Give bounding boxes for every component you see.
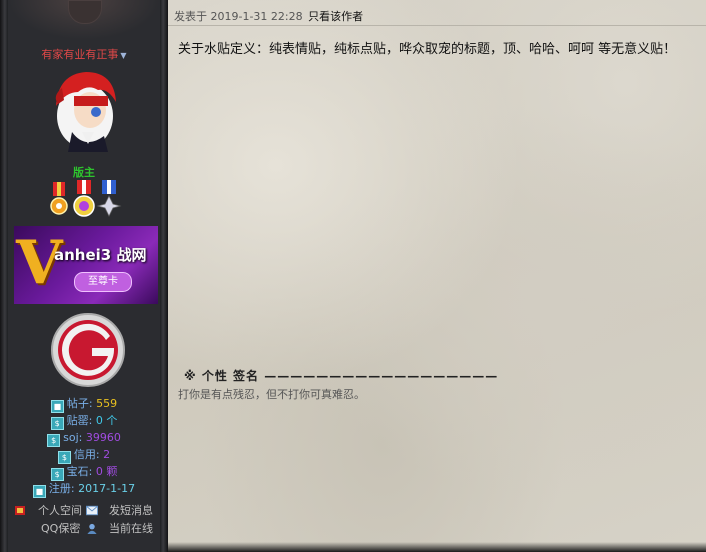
author-stats: ■ 帖子: 559 $ 贴罂: 0 个 $ soj: 39960 $ 信用: 2 $ 宝石… [8,395,160,498]
stat-soj: $ soj: 39960 [8,429,160,447]
stat-label: 宝石: [66,465,93,478]
stat-credit: $ 信用: 2 [8,446,160,464]
stat-tiezui: $ 贴罂: 0 个 [8,412,160,430]
stat-value: 2017-1-17 [78,482,136,495]
stat-label: 帖子: [66,397,93,410]
links-row-2: QQ保密 当前在线 [8,520,160,538]
stat-value: 2 [103,448,111,461]
stat-value: 0 颗 [95,465,118,478]
register-icon: ■ [32,485,46,498]
g-logo-icon [51,313,125,387]
stat-posts: ■ 帖子: 559 [8,395,160,413]
medal-2-icon [73,180,95,217]
chevron-down-icon[interactable]: ▼ [120,51,126,60]
author-name-text[interactable]: 有家有业有正事 [41,48,118,61]
sidebar-top-ornament [8,0,160,40]
medal-1-icon [50,182,68,215]
signature-title: ※ 个性 签名 —————————————————— [184,369,499,383]
banner-badge: 至尊卡 [74,272,132,292]
mail-icon [86,505,98,516]
vip-banner[interactable]: V anhei3 战网 至尊卡 [14,226,158,304]
stat-gems: $ 宝石: 0 颗 [8,463,160,481]
stat-value: 39960 [85,431,121,444]
sidebar-left-border [0,0,8,552]
only-author-link[interactable]: 只看该作者 [308,10,363,23]
send-message-link[interactable]: 发短消息 [109,502,153,520]
qq-private-text: QQ保密 [41,522,81,535]
author-sidebar: 有家有业有正事 ▼ 版主 V anhei3 战网 至尊卡 ■ 帖子: 559 $… [0,0,168,552]
author-links: 个人空间 发短消息 QQ保密 当前在线 [8,502,160,538]
online-status-text: 当前在线 [109,522,153,535]
stat-register: ■ 注册: 2017-1-17 [8,480,160,498]
stat-label: 信用: [73,448,100,461]
post-body: 关于水贴定义：纯表情贴，纯标点贴，哗众取宠的标题，顶、哈哈、呵呵 等无意义贴！ [178,42,677,57]
stat-label: 贴罂: [66,414,93,427]
banner-title: anhei3 战网 [54,246,147,264]
post-meta: 发表于 2019-1-31 22:28 只看该作者 [174,8,363,24]
bottom-shadow [168,542,706,552]
avatar[interactable] [48,66,122,152]
medal-icons [50,180,122,217]
personal-space-link[interactable]: 个人空间 [38,502,82,520]
divider [168,25,706,26]
stat-label: soj: [63,431,83,444]
post-content-area: 发表于 2019-1-31 22:28 只看该作者 关于水贴定义：纯表情贴，纯标… [168,0,706,552]
skull-ornament-icon [68,0,102,24]
home-icon [15,506,25,515]
sidebar-right-border [160,0,168,552]
medal-3-icon [96,180,122,217]
stat-label: 注册: [48,482,75,495]
author-role: 版主 [73,166,95,179]
signature-text: 打你是有点残忍，但不打你可真难忍。 [178,388,365,401]
stat-value: 559 [96,397,118,410]
author-name[interactable]: 有家有业有正事 ▼ [8,46,160,62]
stat-value: 0 个 [95,414,118,427]
post-date: 发表于 2019-1-31 22:28 [174,10,303,23]
user-online-icon [87,523,97,534]
links-row-1: 个人空间 发短消息 [8,502,160,520]
